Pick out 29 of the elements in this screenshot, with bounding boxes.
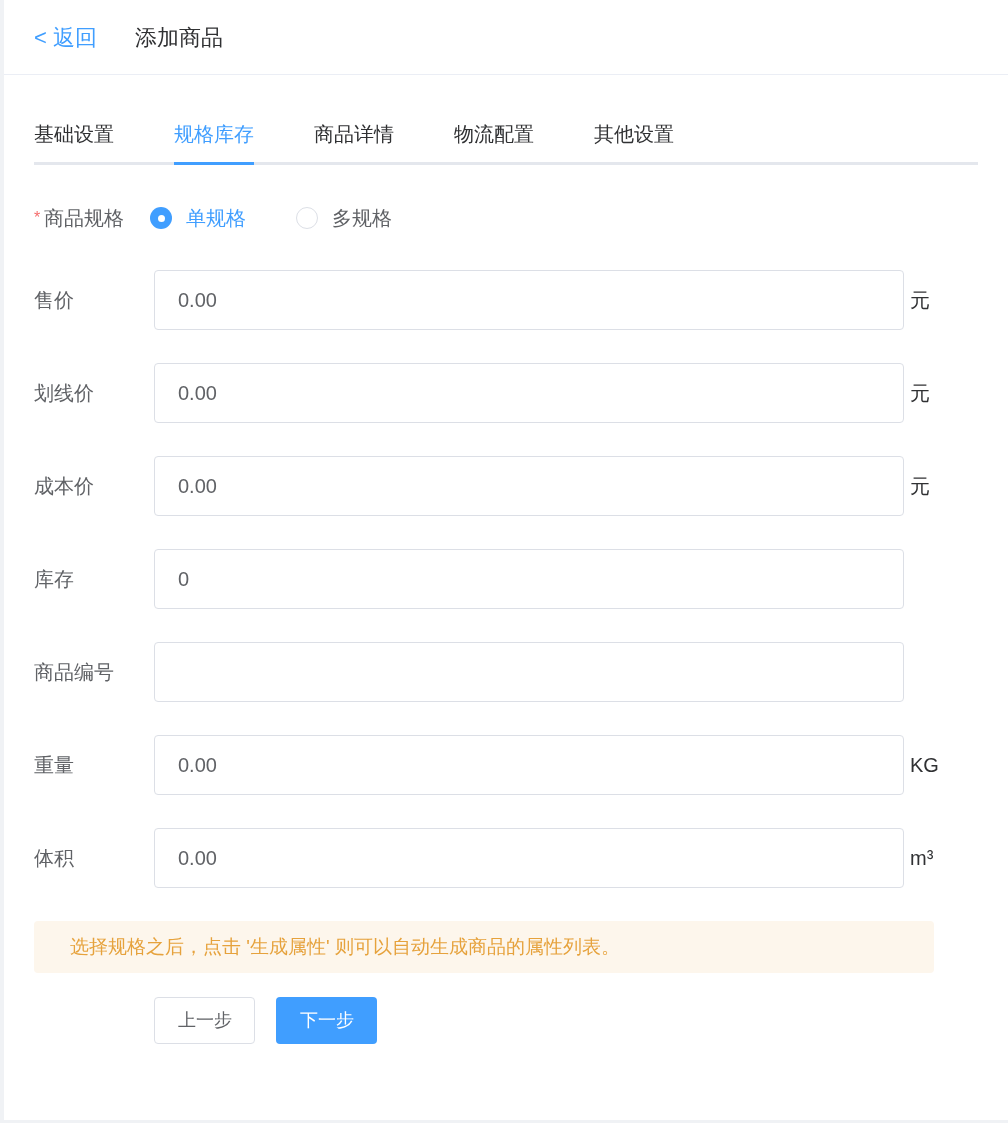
input-field[interactable]: 0.00 (154, 828, 904, 888)
input-field[interactable]: 0.00 (154, 735, 904, 795)
tab[interactable]: 商品详情 (314, 105, 394, 165)
unit-label: KG (910, 753, 939, 778)
previous-button[interactable]: 上一步 (154, 997, 255, 1044)
tab[interactable]: 物流配置 (454, 105, 534, 165)
input-field[interactable]: 0.00 (154, 270, 904, 330)
tab[interactable]: 基础设置 (34, 105, 114, 165)
field-label: 成本价 (34, 474, 95, 499)
unit-label: 元 (910, 381, 930, 406)
input-field[interactable] (154, 642, 904, 702)
field-label: 商品编号 (34, 660, 115, 685)
unit-label: 元 (910, 288, 930, 313)
notice-banner: 选择规格之后，点击 '生成属性' 则可以自动生成商品的属性列表。 (34, 921, 934, 973)
field-label: 体积 (34, 846, 75, 871)
required-mark: * (34, 208, 41, 228)
input-field[interactable]: 0.00 (154, 456, 904, 516)
page-title: 添加商品 (134, 23, 223, 52)
radio-option[interactable]: 多规格 (296, 203, 393, 233)
field-label: 重量 (34, 753, 75, 778)
tab[interactable]: 其他设置 (594, 105, 674, 165)
field-label: 售价 (34, 288, 75, 313)
field-label: 库存 (34, 567, 75, 592)
input-field[interactable]: 0.00 (154, 363, 904, 423)
field-label: 划线价 (34, 381, 95, 406)
field-label: 商品规格 (44, 206, 126, 231)
input-field[interactable]: 0 (154, 549, 904, 609)
unit-label: 元 (910, 474, 930, 499)
unit-label: m³ (910, 846, 934, 871)
